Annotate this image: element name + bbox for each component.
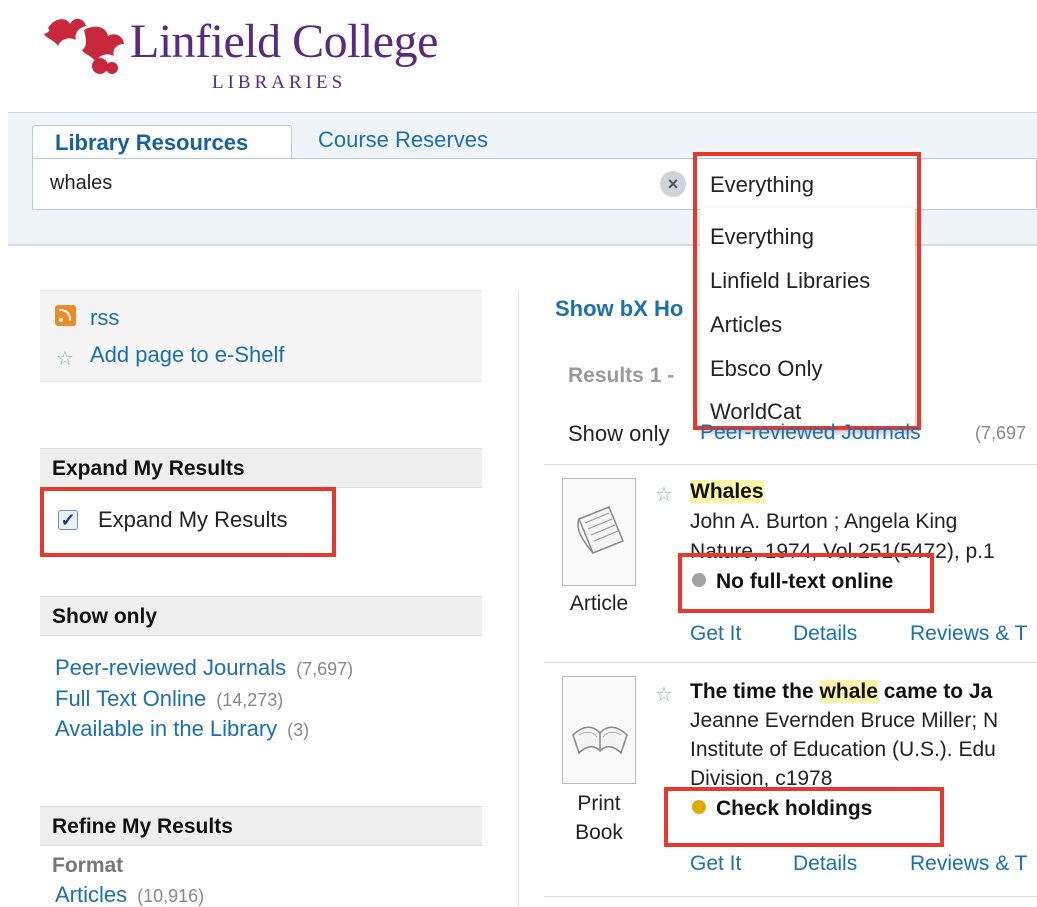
- expand-results-heading: Expand My Results: [40, 448, 482, 488]
- show-only-heading: Show only: [40, 596, 482, 636]
- book-thumbnail-icon[interactable]: [562, 676, 636, 784]
- brand-subtitle: LIBRARIES: [212, 72, 347, 93]
- add-to-eshelf-link[interactable]: Add page to e-Shelf: [90, 342, 284, 368]
- rss-link[interactable]: rss: [90, 305, 119, 331]
- scope-option-articles[interactable]: Articles: [710, 312, 782, 338]
- close-icon[interactable]: ×: [660, 171, 686, 197]
- details-link[interactable]: Details: [793, 622, 857, 646]
- result-divider: [544, 464, 1037, 465]
- column-divider: [518, 292, 519, 907]
- result-authors: Jeanne Evernden Bruce Miller; N: [690, 709, 999, 732]
- get-it-link[interactable]: Get It: [690, 622, 741, 646]
- facet-available-in-library[interactable]: Available in the Library (3): [55, 716, 309, 742]
- expand-results-checkbox[interactable]: ✓: [58, 510, 78, 530]
- result-publication: Division, c1978: [690, 767, 833, 790]
- result-title-text[interactable]: came to Ja: [878, 680, 993, 703]
- star-icon[interactable]: ☆: [655, 482, 673, 507]
- search-query-text[interactable]: whales: [50, 172, 112, 195]
- sidebar-tools-panel: [40, 290, 482, 382]
- scope-select[interactable]: Everything: [700, 160, 915, 208]
- result-type-line2: Book: [575, 821, 623, 844]
- results-peer-reviewed-count: (7,697: [975, 423, 1027, 443]
- status-text: Check holdings: [716, 797, 873, 820]
- result-authors: John A. Burton ; Angela King: [690, 510, 958, 533]
- details-link[interactable]: Details: [793, 852, 857, 876]
- article-thumbnail-icon[interactable]: [562, 478, 636, 586]
- availability-status: Check holdings: [692, 797, 879, 821]
- status-dot-icon: [692, 573, 706, 587]
- refine-results-heading: Refine My Results: [40, 806, 482, 846]
- reviews-link[interactable]: Reviews & T: [910, 622, 1027, 646]
- format-label: Format: [52, 854, 124, 877]
- result-type-line1: Print: [577, 792, 621, 815]
- star-icon[interactable]: ☆: [655, 682, 673, 707]
- result-title-highlight[interactable]: whale: [819, 680, 878, 703]
- brand-title: Linfield College: [130, 15, 438, 68]
- result-divider: [544, 662, 1037, 663]
- expand-results-label[interactable]: Expand My Results: [98, 507, 288, 533]
- results-count: Results 1 -: [568, 364, 675, 387]
- results-peer-reviewed-link[interactable]: Peer-reviewed Journals: [700, 421, 921, 445]
- result-title-text[interactable]: Whales: [690, 480, 764, 503]
- facet-peer-reviewed[interactable]: Peer-reviewed Journals (7,697): [55, 655, 353, 681]
- facet-count: (14,273): [216, 690, 284, 710]
- holly-leaf-logo-icon: [44, 18, 124, 74]
- reviews-link[interactable]: Reviews & T: [910, 852, 1027, 876]
- scope-option-linfield-libraries[interactable]: Linfield Libraries: [710, 268, 870, 294]
- get-it-link[interactable]: Get It: [690, 852, 741, 876]
- facet-count: (3): [287, 720, 310, 740]
- tab-course-reserves[interactable]: Course Reserves: [318, 127, 488, 153]
- facet-count: (7,697): [296, 659, 354, 679]
- result-organization: Institute of Education (U.S.). Edu: [690, 738, 996, 761]
- tab-library-resources[interactable]: Library Resources: [32, 125, 292, 159]
- scope-dropdown-menu: Everything Linfield Libraries Articles E…: [700, 208, 915, 430]
- availability-status: No full-text online: [692, 570, 900, 594]
- facet-label[interactable]: Peer-reviewed Journals: [55, 655, 286, 680]
- facet-label[interactable]: Full Text Online: [55, 686, 206, 711]
- result-title-text[interactable]: The time the: [690, 680, 820, 703]
- facet-count: (10,916): [137, 886, 205, 906]
- result-type: Article: [569, 592, 629, 615]
- scope-option-ebsco-only[interactable]: Ebsco Only: [710, 356, 823, 382]
- facet-label[interactable]: Available in the Library: [55, 716, 277, 741]
- facet-format-articles[interactable]: Articles (10,916): [55, 882, 204, 907]
- scope-option-everything[interactable]: Everything: [710, 224, 814, 250]
- facet-full-text-online[interactable]: Full Text Online (14,273): [55, 686, 283, 712]
- result-title[interactable]: Whales: [690, 480, 764, 504]
- star-icon[interactable]: ☆: [56, 346, 74, 371]
- status-text: No full-text online: [716, 570, 894, 593]
- results-show-only-label: Show only: [568, 421, 670, 446]
- result-source: Nature, 1974, Vol.251(5472), p.1: [690, 540, 995, 563]
- rss-icon[interactable]: [55, 305, 76, 326]
- result-title[interactable]: The time the whale came to Ja: [690, 680, 992, 704]
- status-dot-icon: [692, 800, 706, 814]
- show-bx-link[interactable]: Show bX Ho: [555, 296, 683, 322]
- facet-label[interactable]: Articles: [55, 882, 127, 907]
- result-divider: [544, 896, 1037, 897]
